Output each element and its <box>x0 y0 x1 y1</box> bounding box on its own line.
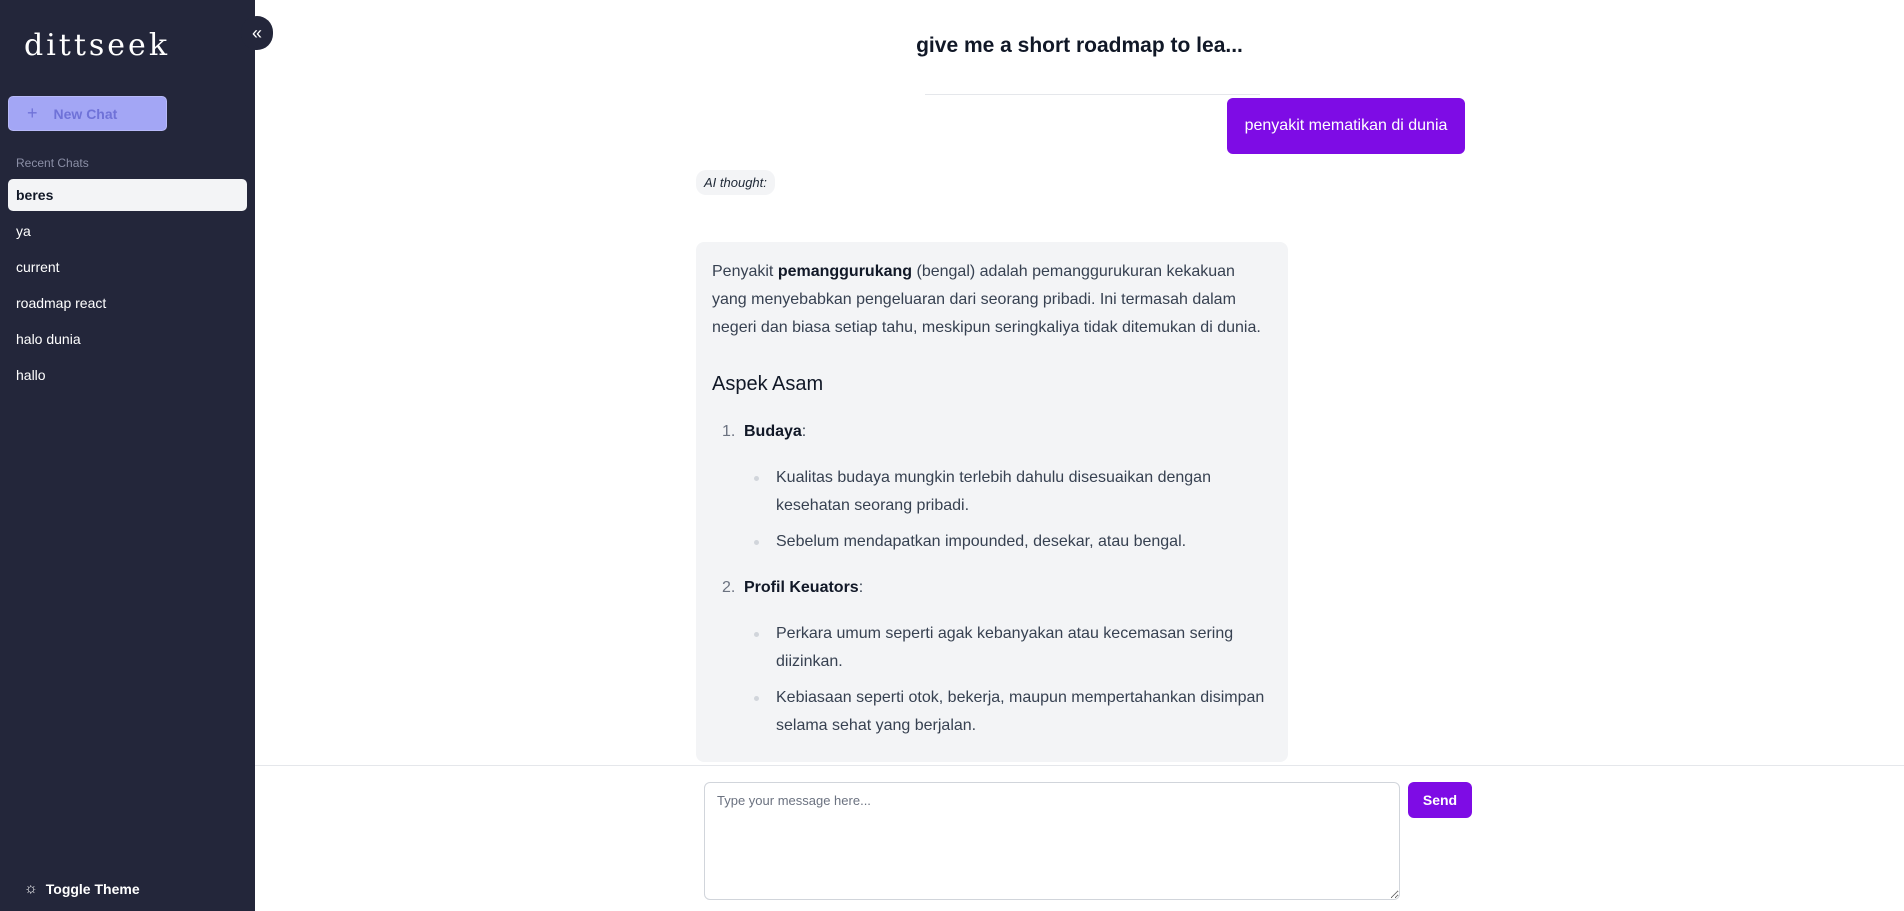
collapse-sidebar-button[interactable]: « <box>241 16 273 50</box>
new-chat-button[interactable]: + New Chat <box>8 96 167 131</box>
bullet-item: Kualitas budaya mungkin terlebih dahulu … <box>754 464 1272 520</box>
bullet-text: Sebelum mendapatkan impounded, desekar, … <box>776 533 1187 550</box>
ordered-list-item: 1. Budaya: <box>712 418 1272 446</box>
chat-item-beres[interactable]: beres <box>8 179 247 211</box>
sidebar: dittseek + New Chat Recent Chats beres y… <box>0 0 255 911</box>
user-message-bubble: penyakit mematikan di dunia <box>1227 98 1465 154</box>
list-number: 2. <box>722 579 736 596</box>
plus-icon: + <box>27 103 38 123</box>
ordered-list-item: 2. Profil Keuators: <box>712 574 1272 602</box>
chat-item-ya[interactable]: ya <box>8 215 247 247</box>
ai-section-heading: Aspek Asam <box>712 373 824 395</box>
title-divider <box>925 94 1260 95</box>
chat-title: give me a short roadmap to lea... <box>916 34 1243 57</box>
chat-item-halo-dunia[interactable]: halo dunia <box>8 323 247 355</box>
chat-item-roadmap-react[interactable]: roadmap react <box>8 287 247 319</box>
bullet-text: Perkara umum seperti agak kebanyakan ata… <box>776 625 1234 670</box>
ai-intro-paragraph: Penyakit pemanggurukang (bengal) adalah … <box>712 258 1272 342</box>
send-button[interactable]: Send <box>1408 782 1472 818</box>
bullet-list: Kualitas budaya mungkin terlebih dahulu … <box>712 464 1272 556</box>
list-item-colon: : <box>858 579 864 596</box>
bullet-text: Kualitas budaya mungkin terlebih dahulu … <box>776 469 1211 514</box>
bullet-text: Kebiasaan seperti otok, bekerja, maupun … <box>776 689 1265 734</box>
bullet-dot <box>754 540 759 545</box>
ai-thought-toggle[interactable]: AI thought: <box>696 170 775 195</box>
list-item-title: Budaya <box>744 423 802 440</box>
recent-chats-list: beres ya current roadmap react halo duni… <box>8 179 247 395</box>
ai-intro-bold: pemanggurukang <box>777 263 913 280</box>
ai-message-bubble: Penyakit pemanggurukang (bengal) adalah … <box>696 242 1288 762</box>
chevrons-left-icon: « <box>251 22 262 43</box>
toggle-theme-label: Toggle Theme <box>45 880 140 897</box>
list-item-colon: : <box>801 423 807 440</box>
bullet-item: Perkara umum seperti agak kebanyakan ata… <box>754 620 1272 676</box>
list-number: 1. <box>722 423 736 440</box>
bullet-dot <box>754 696 759 701</box>
app-logo: dittseek <box>24 28 170 63</box>
message-input[interactable] <box>704 782 1400 900</box>
bullet-item: Sebelum mendapatkan impounded, desekar, … <box>754 528 1272 556</box>
new-chat-label: New Chat <box>53 105 118 122</box>
bullet-dot <box>754 476 759 481</box>
bullet-item: Kebiasaan seperti otok, bekerja, maupun … <box>754 684 1272 740</box>
chat-item-current[interactable]: current <box>8 251 247 283</box>
list-item-title: Profil Keuators <box>744 579 859 596</box>
app-root: dittseek + New Chat Recent Chats beres y… <box>0 0 1904 911</box>
sun-icon: ☼ <box>24 880 38 897</box>
chat-item-hallo[interactable]: hallo <box>8 359 247 391</box>
ai-intro-prefix: Penyakit <box>712 263 778 280</box>
toggle-theme-button[interactable]: ☼ Toggle Theme <box>24 880 140 897</box>
bullet-dot <box>754 632 759 637</box>
bullet-list: Perkara umum seperti agak kebanyakan ata… <box>712 620 1272 740</box>
message-composer: Send <box>255 765 1904 911</box>
recent-chats-heading: Recent Chats <box>16 156 89 170</box>
